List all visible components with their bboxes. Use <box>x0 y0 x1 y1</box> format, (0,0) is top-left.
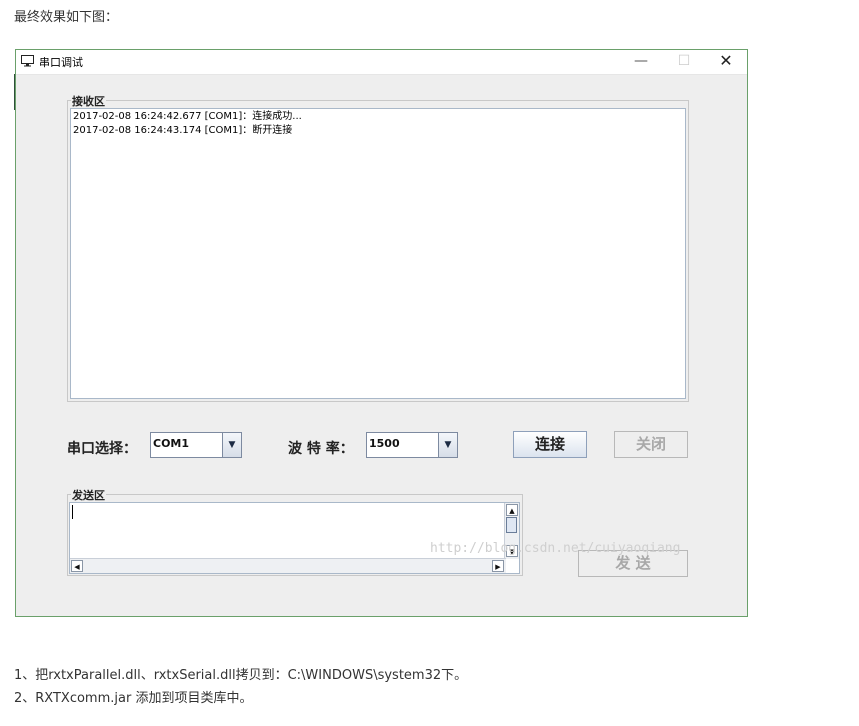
receive-text-area[interactable]: 2017-02-08 16:24:42.677 [COM1]：连接成功... 2… <box>70 108 686 399</box>
receive-legend: 接收区 <box>71 93 106 109</box>
close-icon[interactable]: ✕ <box>706 50 746 74</box>
chevron-down-icon[interactable]: ▼ <box>438 433 457 457</box>
close-port-button[interactable]: 关闭 <box>614 431 688 458</box>
minimize-icon[interactable]: — <box>621 50 661 74</box>
monitor-icon <box>21 55 34 67</box>
chevron-down-icon[interactable]: ▼ <box>222 433 241 457</box>
send-group: 发送区 ▲ ▼ ◀ ▶ <box>67 487 523 576</box>
steps-list: 1、把rxtxParallel.dll、rxtxSerial.dll拷贝到：C:… <box>14 664 467 710</box>
intro-text: 最终效果如下图： <box>14 10 119 25</box>
port-label: 串口选择： <box>67 441 137 457</box>
send-legend: 发送区 <box>71 487 106 503</box>
horizontal-scrollbar[interactable]: ◀ ▶ <box>70 558 506 573</box>
scroll-up-icon[interactable]: ▲ <box>506 504 518 516</box>
scrollbar-thumb[interactable] <box>506 517 517 533</box>
watermark: http://blog.csdn.net/cuiyaoqiang <box>430 541 681 556</box>
receive-group: 接收区 2017-02-08 16:24:42.677 [COM1]：连接成功.… <box>67 93 689 402</box>
scroll-right-icon[interactable]: ▶ <box>492 560 504 572</box>
step-item: 2、RXTXcomm.jar 添加到项目类库中。 <box>14 691 253 706</box>
connect-button[interactable]: 连接 <box>513 431 587 458</box>
port-select[interactable]: COM1 ▼ <box>150 432 242 458</box>
log-line: 2017-02-08 16:24:42.677 [COM1]：连接成功... <box>73 111 302 122</box>
log-line: 2017-02-08 16:24:43.174 [COM1]：断开连接 <box>73 125 293 136</box>
baud-label: 波 特 率： <box>288 441 354 457</box>
baud-value: 1500 <box>369 437 400 450</box>
scroll-left-icon[interactable]: ◀ <box>71 560 83 572</box>
step-item: 1、把rxtxParallel.dll、rxtxSerial.dll拷贝到：C:… <box>14 668 468 683</box>
serial-debug-window: 串口调试 — ☐ ✕ 接收区 2017-02-08 16:24:42.677 [… <box>15 49 748 617</box>
maximize-icon[interactable]: ☐ <box>664 50 704 74</box>
baud-select[interactable]: 1500 ▼ <box>366 432 458 458</box>
send-text-area[interactable]: ▲ ▼ ◀ ▶ <box>69 502 520 574</box>
port-value: COM1 <box>153 437 190 450</box>
text-caret <box>72 505 73 519</box>
title-bar[interactable]: 串口调试 — ☐ ✕ <box>16 50 747 75</box>
window-title: 串口调试 <box>39 56 83 69</box>
